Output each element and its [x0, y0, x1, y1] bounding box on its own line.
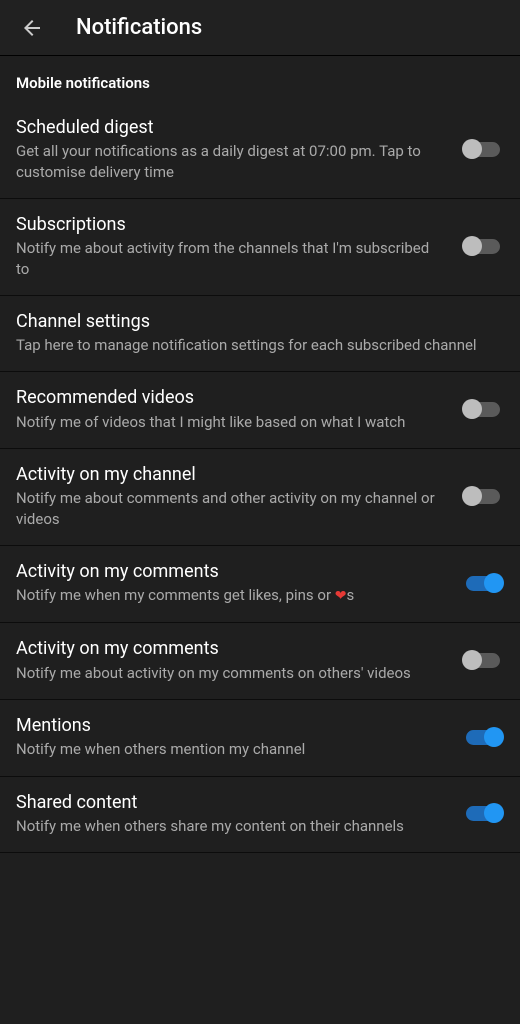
- setting-text: Activity on my comments Notify me about a…: [16, 637, 462, 683]
- setting-text: Activity on my channelNotify me about co…: [16, 463, 462, 529]
- toggle-switch[interactable]: [462, 571, 504, 595]
- toggle-thumb: [462, 139, 482, 159]
- setting-text: Scheduled digestGet all your notificatio…: [16, 116, 462, 182]
- toggle-thumb: [484, 727, 504, 747]
- setting-desc: Notify me about activity on my comments …: [16, 663, 446, 683]
- setting-row[interactable]: SubscriptionsNotify me about activity fr…: [0, 199, 520, 296]
- setting-row[interactable]: Shared contentNotify me when others shar…: [0, 777, 520, 854]
- page-title: Notifications: [76, 15, 202, 40]
- setting-row[interactable]: Activity on my comments Notify me about a…: [0, 623, 520, 700]
- setting-title: Recommended videos: [16, 386, 446, 409]
- setting-text: SubscriptionsNotify me about activity fr…: [16, 213, 462, 279]
- setting-desc: Notify me when others share my content o…: [16, 816, 446, 836]
- toggle-thumb: [484, 573, 504, 593]
- toggle-switch[interactable]: [462, 234, 504, 258]
- setting-title: Scheduled digest: [16, 116, 446, 139]
- back-arrow-icon: [20, 16, 44, 40]
- toggle-switch[interactable]: [462, 137, 504, 161]
- section-header: Mobile notifications: [0, 56, 520, 102]
- setting-row[interactable]: MentionsNotify me when others mention my…: [0, 700, 520, 777]
- toggle-thumb: [484, 803, 504, 823]
- setting-title: Channel settings: [16, 310, 488, 333]
- setting-desc: Notify me of videos that I might like ba…: [16, 412, 446, 432]
- setting-title: Activity on my channel: [16, 463, 446, 486]
- setting-desc: Notify me when my comments get likes, pi…: [16, 585, 446, 606]
- toggle-switch[interactable]: [462, 484, 504, 508]
- setting-text: Activity on my commentsNotify me when my…: [16, 560, 462, 606]
- setting-title: Activity on my comments: [16, 560, 446, 583]
- settings-list: Mobile notifications Scheduled digestGet…: [0, 56, 520, 853]
- heart-icon: ❤: [335, 588, 347, 604]
- setting-title: Shared content: [16, 791, 446, 814]
- setting-row[interactable]: Scheduled digestGet all your notificatio…: [0, 102, 520, 199]
- setting-row[interactable]: Activity on my channelNotify me about co…: [0, 449, 520, 546]
- app-header: Notifications: [0, 0, 520, 56]
- toggle-switch[interactable]: [462, 397, 504, 421]
- setting-text: Channel settingsTap here to manage notif…: [16, 310, 504, 356]
- setting-title: Mentions: [16, 714, 446, 737]
- setting-desc: Notify me about comments and other activ…: [16, 488, 446, 529]
- toggle-thumb: [462, 486, 482, 506]
- setting-desc: Get all your notifications as a daily di…: [16, 141, 446, 182]
- setting-row[interactable]: Channel settingsTap here to manage notif…: [0, 296, 520, 373]
- setting-desc: Notify me when others mention my channel: [16, 739, 446, 759]
- toggle-switch[interactable]: [462, 801, 504, 825]
- back-button[interactable]: [8, 4, 56, 52]
- setting-desc: Tap here to manage notification settings…: [16, 335, 488, 355]
- toggle-switch[interactable]: [462, 648, 504, 672]
- setting-desc: Notify me about activity from the channe…: [16, 238, 446, 279]
- setting-text: Shared contentNotify me when others shar…: [16, 791, 462, 837]
- setting-text: MentionsNotify me when others mention my…: [16, 714, 462, 760]
- toggle-switch[interactable]: [462, 725, 504, 749]
- setting-row[interactable]: Recommended videos Notify me of videos th…: [0, 372, 520, 449]
- setting-title: Subscriptions: [16, 213, 446, 236]
- toggle-thumb: [462, 236, 482, 256]
- setting-text: Recommended videos Notify me of videos th…: [16, 386, 462, 432]
- setting-row[interactable]: Activity on my commentsNotify me when my…: [0, 546, 520, 623]
- setting-title: Activity on my comments: [16, 637, 446, 660]
- toggle-thumb: [462, 650, 482, 670]
